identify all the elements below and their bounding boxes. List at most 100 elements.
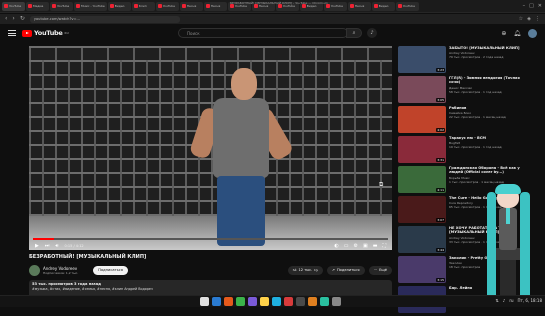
settings-icon[interactable]: ⚙ <box>354 243 358 249</box>
fullscreen-icon[interactable]: ⛶ <box>382 243 386 249</box>
dock-app-icon[interactable] <box>212 297 221 306</box>
browser-tab[interactable]: YouTube <box>50 1 73 11</box>
recommendation-thumbnail[interactable]: 3:23 <box>398 46 446 73</box>
browser-tab[interactable]: Клип <box>131 1 155 11</box>
dock-app-icon[interactable] <box>308 297 317 306</box>
thumbs-down-icon[interactable]: 👎︎ <box>314 268 318 272</box>
account-avatar[interactable] <box>528 29 537 38</box>
thumbs-up-icon: 👍︎ <box>292 268 297 272</box>
recommendation-title[interactable]: ЗАБЫТО! [МУЗЫКАЛЬНЫЙ КЛИП] <box>449 46 529 50</box>
notifications-icon[interactable]: 🔔︎ <box>513 30 521 37</box>
autoplay-toggle-icon[interactable]: ◐ <box>334 243 338 249</box>
browser-tab[interactable]: Песня <box>347 1 371 11</box>
browser-tab[interactable]: YouTube <box>2 1 25 11</box>
recommendation-title[interactable]: Гражданская Оборона - Всё как у людей (O… <box>449 166 529 175</box>
close-icon[interactable]: ✕ <box>538 3 542 9</box>
hamburger-menu-icon[interactable] <box>8 30 16 36</box>
volume-icon[interactable]: 🔊︎ <box>55 243 58 249</box>
volume-tray-icon[interactable]: ♪ <box>503 298 506 303</box>
recommendation-thumbnail[interactable]: 3:15 <box>398 256 446 283</box>
reload-icon[interactable]: ↻ <box>20 16 25 22</box>
share-button[interactable]: ↗ Поделиться <box>326 265 365 275</box>
taskbar: ⇅ ♪ ru Пт, 6, 18:18 <box>0 295 545 307</box>
tab-favicon-icon <box>373 4 378 8</box>
browser-tab[interactable]: Песня <box>203 1 227 11</box>
forward-icon[interactable]: › <box>12 16 14 22</box>
create-icon[interactable]: ⊕ <box>501 30 506 37</box>
miniplayer-icon[interactable]: ▣ <box>363 243 368 249</box>
minimize-icon[interactable]: – <box>523 3 526 9</box>
dock-app-icon[interactable] <box>320 297 329 306</box>
recommendation-thumbnail[interactable]: 4:11 <box>398 166 446 193</box>
browser-tab[interactable]: Видео <box>371 1 395 11</box>
recommendation-title[interactable]: ГГЛ(R) - Зимняя вендигия (Точная сочи) <box>449 76 529 85</box>
browser-tab[interactable]: YouTube <box>155 1 179 11</box>
clock[interactable]: Пт, 6, 18:18 <box>518 298 543 303</box>
recommendation-item[interactable]: 3:23 ЗАБЫТО! [МУЗЫКАЛЬНЫЙ КЛИП] Andrey Vod… <box>398 46 542 75</box>
video-duration: 3:44 <box>436 248 445 252</box>
browser-toolbar: ‹ › ↻ youtube.com/watch?v=... ☆ ◈ ⋮ <box>0 14 545 24</box>
dock-app-icon[interactable] <box>296 297 305 306</box>
tab-label: Песня <box>354 4 365 8</box>
mascot-bangs <box>495 184 521 194</box>
dock-app-icon[interactable] <box>332 297 341 306</box>
maximize-icon[interactable]: □ <box>529 3 534 9</box>
recommendation-info: Рабинов Семейка Боко 22 тыс. просмотров · … <box>449 106 529 135</box>
keyboard-layout[interactable]: ru <box>509 298 513 303</box>
channel-name[interactable]: Andrey Vodoreev <box>43 266 78 271</box>
browser-tab[interactable]: Медиа <box>26 1 49 11</box>
recommendation-item[interactable]: 3:05 ГГЛ(R) - Зимняя вендигия (Точная соч… <box>398 76 542 105</box>
recommendation-item[interactable]: 4:02 Рабинов Семейка Боко 22 тыс. просмотро… <box>398 106 542 135</box>
video-duration: 4:11 <box>436 188 445 192</box>
back-icon[interactable]: ‹ <box>5 16 7 22</box>
dock-app-icon[interactable] <box>260 297 269 306</box>
tab-favicon-icon <box>205 4 210 8</box>
browser-tab[interactable]: Песня <box>179 1 203 11</box>
description-text: #музыка, #стих, #видение, #семья, #песня… <box>32 287 153 291</box>
search-input[interactable]: Поиск <box>178 28 348 38</box>
share-icon: ↗ <box>331 268 335 272</box>
tab-favicon-icon <box>28 4 32 8</box>
search-button[interactable]: ⌕ <box>346 28 362 38</box>
progress-bar[interactable] <box>33 238 388 240</box>
subscribe-button[interactable]: Подписаться <box>93 265 128 275</box>
browser-tab[interactable]: YouTube <box>395 1 419 11</box>
recommendation-title[interactable]: Таракус ню - ВСМ <box>449 136 529 140</box>
recommendation-thumbnail[interactable]: 3:05 <box>398 76 446 103</box>
dock-app-icon[interactable] <box>284 297 293 306</box>
dancer-jeans <box>217 176 265 246</box>
browser-menu-icon[interactable]: ⋮ <box>535 16 540 22</box>
bookmark-icon[interactable]: ☆ <box>519 16 523 22</box>
region-label: RU <box>64 31 69 35</box>
youtube-header: YouTube RU Поиск ⌕ ♪ ⊕ 🔔︎ <box>0 25 545 41</box>
play-icon[interactable]: ▶ <box>35 243 39 249</box>
network-icon[interactable]: ⇅ <box>495 298 498 303</box>
video-player[interactable]: ⧉ ▶ ⏭ 🔊︎ 0:15 / 4:12 ◐ ▭ ⚙ ▣ ▬ ⛶ <box>29 46 392 250</box>
subtitles-icon[interactable]: ▭ <box>344 243 349 249</box>
youtube-logo[interactable]: YouTube RU <box>22 29 69 37</box>
next-icon[interactable]: ⏭ <box>45 243 50 249</box>
cast-icon[interactable]: ⧉ <box>379 181 383 189</box>
channel-avatar[interactable] <box>29 264 40 276</box>
recommendation-thumbnail[interactable]: 3:07 <box>398 196 446 223</box>
extension-icon[interactable]: ◈ <box>527 16 531 22</box>
recommendation-thumbnail[interactable]: 4:02 <box>398 106 446 133</box>
dock-app-icon[interactable] <box>224 297 233 306</box>
browser-tab[interactable]: Music - YouTube <box>74 1 107 11</box>
recommendation-title[interactable]: Рабинов <box>449 106 529 110</box>
like-button[interactable]: 👍︎ 12 тыс. 👎︎ <box>287 265 323 275</box>
extensions-area: ☆ ◈ ⋮ <box>519 16 540 22</box>
dock-app-icon[interactable] <box>200 297 209 306</box>
more-button[interactable]: ⋯ Ещё <box>368 265 392 275</box>
dock-app-icon[interactable] <box>248 297 257 306</box>
player-controls: ▶ ⏭ 🔊︎ 0:15 / 4:12 ◐ ▭ ⚙ ▣ ▬ ⛶ <box>29 241 392 250</box>
address-bar[interactable]: youtube.com/watch?v=... <box>29 15 180 23</box>
dock-app-icon[interactable] <box>272 297 281 306</box>
theater-icon[interactable]: ▬ <box>373 243 378 249</box>
recommendation-thumbnail[interactable]: 3:31 <box>398 136 446 163</box>
recommendation-item[interactable]: 3:31 Таракус ню - ВСМ BugTalt 19 тыс. просм… <box>398 136 542 165</box>
browser-tab[interactable]: Видео <box>107 1 131 11</box>
dock-app-icon[interactable] <box>236 297 245 306</box>
recommendation-thumbnail[interactable]: 3:44 <box>398 226 446 253</box>
voice-search-icon[interactable]: ♪ <box>367 28 377 38</box>
